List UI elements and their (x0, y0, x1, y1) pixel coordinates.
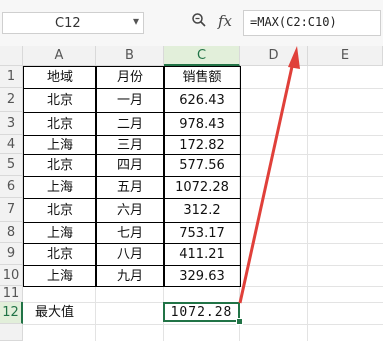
annotation-arrow (238, 46, 300, 304)
